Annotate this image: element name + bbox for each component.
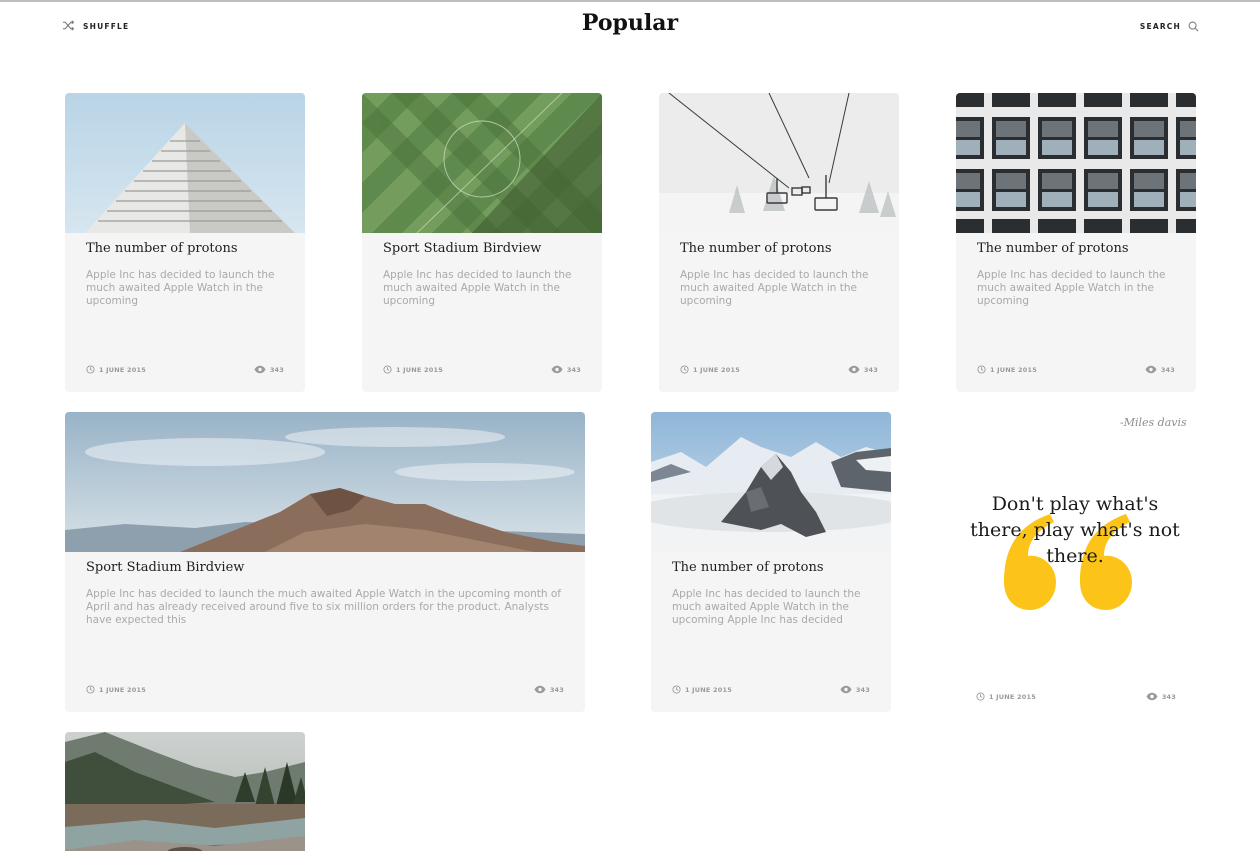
post-meta: 1 JUNE 2015 343 xyxy=(383,364,581,376)
clock-icon xyxy=(86,684,95,696)
search-button[interactable]: SEARCH xyxy=(1140,18,1199,34)
post-views-count: 343 xyxy=(855,686,870,694)
eye-icon xyxy=(551,365,563,376)
post-meta: 1 JUNE 2015 343 xyxy=(86,684,564,696)
post-title[interactable]: The number of protons xyxy=(86,241,238,256)
post-meta: 1 JUNE 2015 343 xyxy=(977,364,1175,376)
post-meta: 1 JUNE 2015 343 xyxy=(680,364,878,376)
clock-icon xyxy=(86,364,95,376)
clock-icon xyxy=(672,684,681,696)
top-border xyxy=(0,0,1260,2)
post-image[interactable] xyxy=(65,732,305,851)
post-views-count: 343 xyxy=(549,686,564,694)
post-date: 1 JUNE 2015 xyxy=(977,364,1037,376)
post-excerpt: Apple Inc has decided to launch the much… xyxy=(672,588,861,627)
post-excerpt: Apple Inc has decided to launch the much… xyxy=(86,588,561,627)
post-views: 343 xyxy=(254,365,284,376)
post-card[interactable]: The number of protons Apple Inc has deci… xyxy=(65,93,305,392)
search-icon xyxy=(1188,17,1199,36)
post-card[interactable]: Sport Stadium Birdview Apple Inc has dec… xyxy=(65,412,585,712)
quote-date: 1 JUNE 2015 xyxy=(976,691,1036,703)
search-label: SEARCH xyxy=(1139,21,1181,31)
post-date-text: 1 JUNE 2015 xyxy=(685,686,732,694)
post-title[interactable]: The number of protons xyxy=(977,241,1129,256)
post-views: 343 xyxy=(848,365,878,376)
quote-meta: 1 JUNE 2015 343 xyxy=(976,691,1176,703)
post-card[interactable]: The number of protons Apple Inc has deci… xyxy=(956,93,1196,392)
post-image[interactable] xyxy=(659,93,899,233)
post-excerpt: Apple Inc has decided to launch the much… xyxy=(383,269,572,308)
post-date-text: 1 JUNE 2015 xyxy=(396,366,443,374)
post-image[interactable] xyxy=(65,93,305,233)
post-date: 1 JUNE 2015 xyxy=(86,364,146,376)
post-views: 343 xyxy=(534,685,564,696)
quote-views: 343 xyxy=(1146,692,1176,703)
post-date-text: 1 JUNE 2015 xyxy=(99,686,146,694)
post-date: 1 JUNE 2015 xyxy=(86,684,146,696)
post-card[interactable]: Sport Stadium Birdview Apple Inc has dec… xyxy=(362,93,602,392)
post-meta: 1 JUNE 2015 343 xyxy=(86,364,284,376)
post-views: 343 xyxy=(551,365,581,376)
post-image[interactable] xyxy=(956,93,1196,233)
post-views-count: 343 xyxy=(863,366,878,374)
post-image[interactable] xyxy=(651,412,891,552)
eye-icon xyxy=(840,685,852,696)
post-title[interactable]: Sport Stadium Birdview xyxy=(86,560,244,575)
clock-icon xyxy=(977,364,986,376)
eye-icon xyxy=(254,365,266,376)
post-views: 343 xyxy=(1145,365,1175,376)
post-title[interactable]: Sport Stadium Birdview xyxy=(383,241,541,256)
post-card[interactable] xyxy=(65,732,305,851)
post-excerpt: Apple Inc has decided to launch the much… xyxy=(977,269,1166,308)
eye-icon xyxy=(534,685,546,696)
post-title[interactable]: The number of protons xyxy=(672,560,824,575)
eye-icon xyxy=(1146,692,1158,703)
post-date: 1 JUNE 2015 xyxy=(680,364,740,376)
post-excerpt: Apple Inc has decided to launch the much… xyxy=(680,269,869,308)
post-meta: 1 JUNE 2015 343 xyxy=(672,684,870,696)
clock-icon xyxy=(680,364,689,376)
post-views-count: 343 xyxy=(269,366,284,374)
post-card[interactable]: The number of protons Apple Inc has deci… xyxy=(651,412,891,712)
post-image[interactable] xyxy=(65,412,585,552)
post-date: 1 JUNE 2015 xyxy=(383,364,443,376)
post-excerpt: Apple Inc has decided to launch the much… xyxy=(86,269,275,308)
page-title: Popular xyxy=(581,10,679,36)
post-date-text: 1 JUNE 2015 xyxy=(990,366,1037,374)
post-views-count: 343 xyxy=(1160,366,1175,374)
post-title[interactable]: The number of protons xyxy=(680,241,832,256)
post-date: 1 JUNE 2015 xyxy=(672,684,732,696)
post-views: 343 xyxy=(840,685,870,696)
eye-icon xyxy=(1145,365,1157,376)
clock-icon xyxy=(383,364,392,376)
quote-text: Don't play what's there, play what's not… xyxy=(970,493,1180,567)
post-views-count: 343 xyxy=(566,366,581,374)
eye-icon xyxy=(848,365,860,376)
clock-icon xyxy=(976,691,985,703)
post-image[interactable] xyxy=(362,93,602,233)
post-card[interactable]: The number of protons Apple Inc has deci… xyxy=(659,93,899,392)
post-date-text: 1 JUNE 2015 xyxy=(693,366,740,374)
quote-views-count: 343 xyxy=(1161,693,1176,701)
quote-date-text: 1 JUNE 2015 xyxy=(989,693,1036,701)
quote-author: -Miles davis xyxy=(1120,416,1187,429)
post-date-text: 1 JUNE 2015 xyxy=(99,366,146,374)
